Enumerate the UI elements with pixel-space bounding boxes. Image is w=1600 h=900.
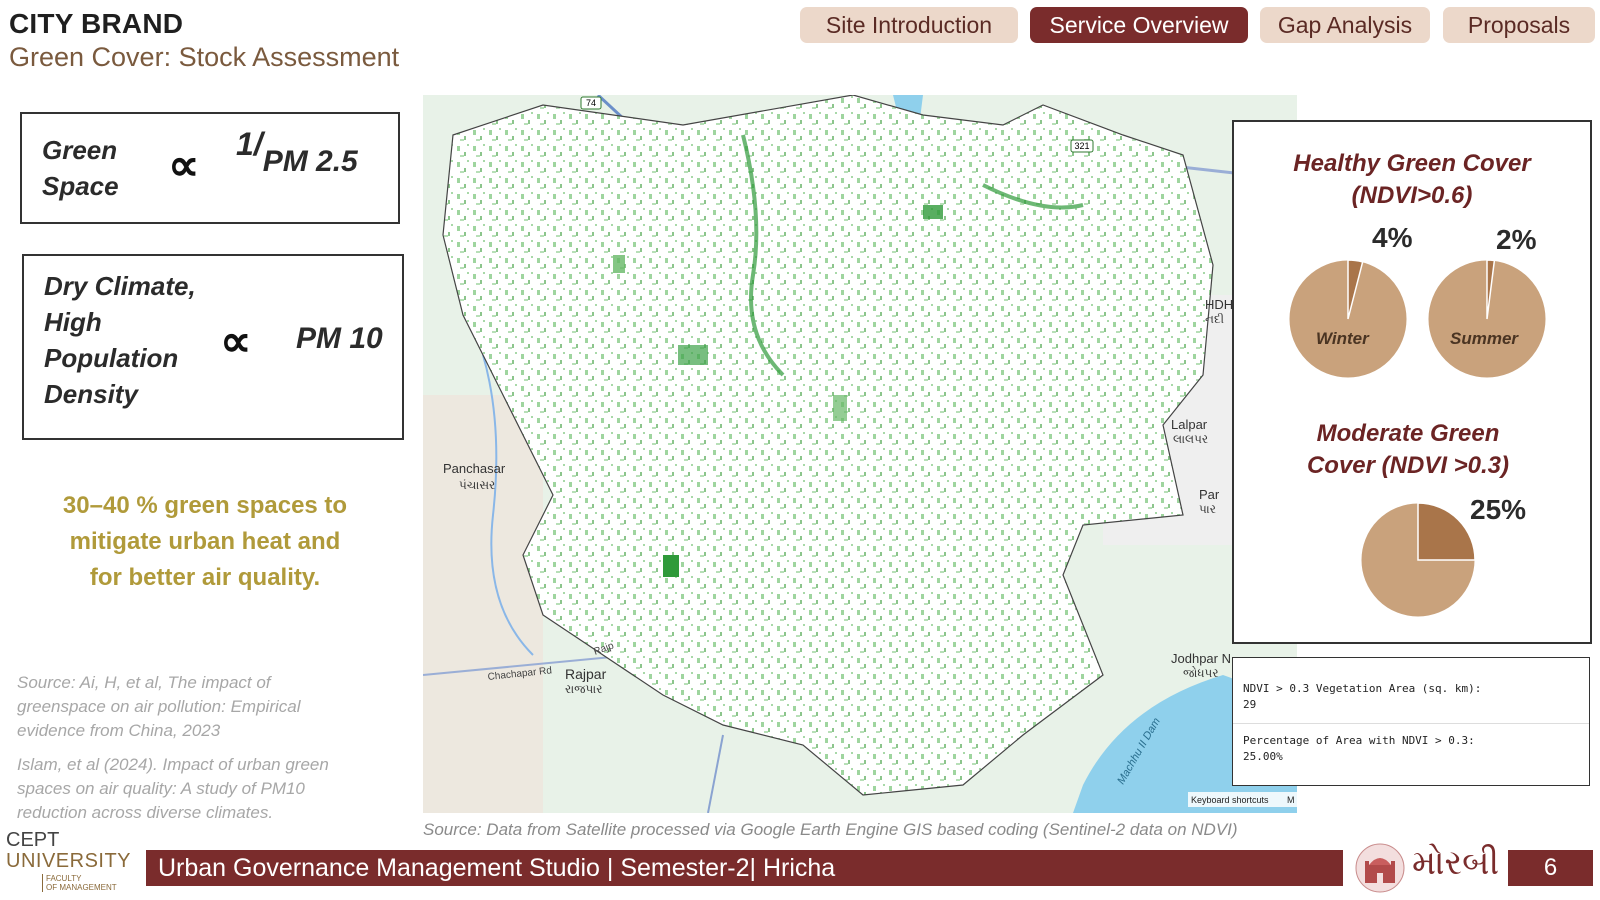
tab-proposals[interactable]: Proposals [1443,7,1595,43]
percentage-area-value: 25.00% [1243,750,1283,763]
tab-gap-analysis[interactable]: Gap Analysis [1260,7,1430,43]
summer-pie-chart [1427,259,1547,379]
citation-line: evidence from China, 2023 [17,721,221,740]
tab-site-introduction[interactable]: Site Introduction [800,7,1018,43]
moderate-pie-chart [1360,502,1476,618]
place-label-jodhpar-gujarati: જોધપર [1183,666,1219,680]
land-area [423,395,543,813]
moderate-percent: 25% [1470,494,1527,525]
climate-line2: High [44,307,102,337]
green-space-line1: Green [42,135,118,165]
highway-74-label: 74 [586,98,596,108]
place-label-lalpar-gujarati: લાલપર [1173,432,1208,446]
palace-icon [1355,843,1405,893]
climate-line1: Dry Climate, [44,271,196,301]
summer-label: Summer [1450,329,1519,348]
place-label-hdh: HDH [1205,297,1233,312]
map-attribution-m: M [1287,795,1295,805]
green-cover-panel: Healthy Green Cover (NDVI>0.6) 4% 2% Win… [1232,120,1592,644]
moderate-title-line1: Moderate Green [1316,420,1500,447]
vegetation-patch [613,255,625,273]
green-space-recommendation: 30–40 % green spaces to mitigate urban h… [30,488,380,596]
studio-footer-bar: Urban Governance Management Studio | Sem… [146,850,1343,886]
green-space-label: Green Space [42,132,119,204]
moderate-title-line2: Cover (NDVI >0.3) [1306,452,1510,479]
source-citation-1: Source: Ai, H, et al, The impact of gree… [17,671,397,743]
place-label-par-gujarati: પાર [1199,502,1216,516]
ndvi-map[interactable]: 74 321 Panchasar પંચાસર Rajpar રાજપાર Ch… [423,95,1297,813]
healthy-title-line2: (NDVI>0.6) [1351,182,1473,209]
logo-cept: CEPT [6,829,60,851]
climate-density-relation-box: Dry Climate, High Population Density ∝ P… [22,254,404,440]
note-line1: 30–40 % green spaces to [62,492,348,519]
pm10-label: PM 10 [296,322,383,355]
place-label-par: Par [1199,487,1220,502]
vegetation-area-label: NDVI > 0.3 Vegetation Area (sq. km): [1243,682,1482,695]
logo-faculty-line1: FACULTY [46,874,82,883]
healthy-green-cover-title: Healthy Green Cover (NDVI>0.6) [1234,148,1590,212]
green-space-line2: Space [42,171,119,201]
proportional-symbol: ∝ [168,141,200,190]
tab-service-overview[interactable]: Service Overview [1030,7,1248,43]
citation-line: spaces on air quality: A study of PM10 [17,779,305,798]
source-citation-2: Islam, et al (2024). Impact of urban gre… [17,753,397,825]
citation-line: Islam, et al (2024). Impact of urban gre… [17,755,329,774]
vegetation-patch [923,205,943,219]
page-subtitle: Green Cover: Stock Assessment [9,42,400,72]
highway-321-label: 321 [1074,141,1089,151]
output-divider [1233,723,1589,724]
climate-line4: Density [44,379,138,409]
proportional-symbol: ∝ [220,317,252,366]
citation-line: Source: Ai, H, et al, The impact of [17,673,271,692]
moderate-pie-slice [1417,502,1476,561]
place-label-jodhpar: Jodhpar N [1171,651,1231,666]
inverse-numerator: 1/ [236,126,263,162]
ndvi-output-box: NDVI > 0.3 Vegetation Area (sq. km): 29 … [1232,657,1590,786]
page-number: 6 [1508,850,1593,886]
citation-line: reduction across diverse climates. [17,803,274,822]
place-label-hdh-gujarati: નદી [1205,312,1224,326]
vegetation-patch [833,395,847,421]
place-label-lalpar: Lalpar [1171,417,1208,432]
percentage-area-label: Percentage of Area with NDVI > 0.3: [1243,734,1475,747]
map-canvas: 74 321 Panchasar પંચાસર Rajpar રાજપાર Ch… [423,95,1297,813]
note-line3: for better air quality. [89,564,321,591]
logo-faculty-line2: OF MANAGEMENT [46,883,117,892]
keyboard-shortcuts-link[interactable]: Keyboard shortcuts [1191,795,1269,805]
summer-percent: 2% [1496,224,1537,255]
place-label-rajpar: Rajpar [565,666,607,682]
logo-faculty: FACULTY OF MANAGEMENT [42,874,141,892]
logo-university: UNIVERSITY [6,850,132,872]
city-brand-title: CITY BRAND [9,8,184,39]
inverse-pm25-expression: 1/PM 2.5 [236,126,358,178]
vegetation-area-value: 29 [1243,698,1257,711]
morbi-city-name: મોરબી [1412,843,1500,883]
winter-pie-chart [1288,259,1408,379]
studio-footer-text: Urban Governance Management Studio | Sem… [158,853,836,882]
place-label-panchasar: Panchasar [443,461,506,476]
cept-university-logo: CEPT UNIVERSITY FACULTY OF MANAGEMENT [6,830,141,896]
place-label-panchasar-gujarati: પંચાસર [459,478,495,492]
healthy-title-line1: Healthy Green Cover [1293,150,1531,177]
satellite-data-source: Source: Data from Satellite processed vi… [423,820,1238,839]
winter-label: Winter [1316,329,1369,348]
green-space-relation-box: Green Space ∝ 1/PM 2.5 [20,112,400,224]
vegetation-patch [678,345,708,365]
moderate-green-cover-title: Moderate Green Cover (NDVI >0.3) [1234,418,1582,482]
note-line2: mitigate urban heat and [69,528,341,555]
place-label-rajpar-gujarati: રાજપાર [565,682,602,696]
pm25-label: PM 2.5 [262,145,358,178]
vegetation-patch [663,555,679,577]
climate-density-label: Dry Climate, High Population Density [44,268,196,412]
citation-line: greenspace on air pollution: Empirical [17,697,301,716]
winter-percent: 4% [1372,222,1413,253]
climate-line3: Population [44,343,179,373]
